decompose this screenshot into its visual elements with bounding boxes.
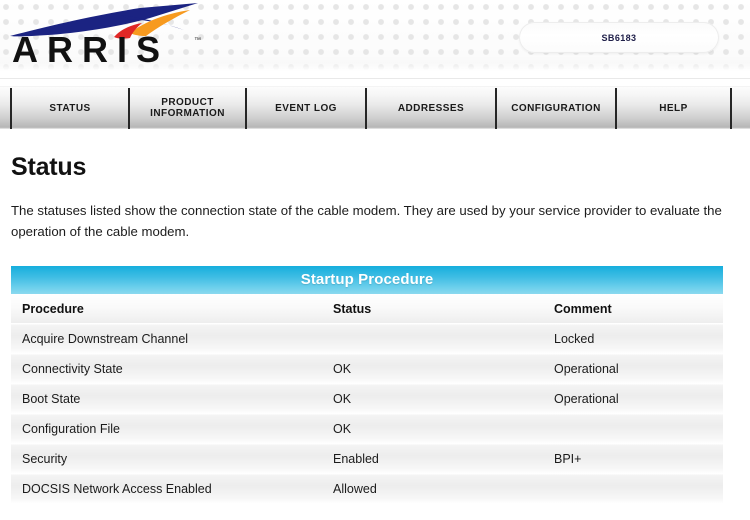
cell-comment: Operational — [554, 353, 723, 384]
column-header-procedure: Procedure — [11, 294, 333, 324]
cell-procedure: Boot State — [11, 383, 333, 414]
cell-comment: Locked — [554, 323, 723, 354]
table-row: Configuration File OK — [11, 413, 723, 444]
main-navigation[interactable]: STATUS PRODUCT INFORMATION EVENT LOG ADD… — [0, 86, 750, 129]
startup-procedure-table: Procedure Status Comment Acquire Downstr… — [11, 294, 723, 504]
startup-procedure-panel: Startup Procedure Procedure Status Comme… — [11, 266, 723, 504]
cell-comment: BPI+ — [554, 443, 723, 474]
cell-status: Enabled — [333, 443, 554, 474]
column-header-status: Status — [333, 294, 554, 324]
table-row: Security Enabled BPI+ — [11, 443, 723, 474]
nav-item-status[interactable]: STATUS — [12, 87, 128, 129]
nav-item-event-log[interactable]: EVENT LOG — [247, 87, 365, 129]
cell-comment — [554, 413, 723, 444]
page-title: Status — [11, 153, 87, 181]
cell-status: OK — [333, 413, 554, 444]
table-header: Procedure Status Comment — [11, 294, 723, 324]
nav-item-addresses[interactable]: ADDRESSES — [367, 87, 495, 129]
nav-item-product-information[interactable]: PRODUCT INFORMATION — [130, 87, 245, 129]
cell-comment — [554, 473, 723, 504]
cell-procedure: DOCSIS Network Access Enabled — [11, 473, 333, 504]
cell-comment: Operational — [554, 383, 723, 414]
brand-wordmark: ARRIS — [12, 29, 170, 70]
column-header-comment: Comment — [554, 294, 723, 324]
nav-right-edge — [732, 87, 750, 129]
cell-status: Allowed — [333, 473, 554, 504]
cell-status: OK — [333, 353, 554, 384]
startup-procedure-title: Startup Procedure — [11, 266, 723, 294]
svg-text:™: ™ — [194, 37, 201, 44]
cell-procedure: Security — [11, 443, 333, 474]
cell-status: OK — [333, 383, 554, 414]
nav-item-help[interactable]: HELP — [617, 87, 730, 129]
table-header-row: Procedure Status Comment — [11, 294, 723, 324]
brand-logo[interactable]: ™ ARRIS — [8, 2, 268, 76]
page-content: Status The statuses listed show the conn… — [0, 153, 750, 504]
table-row: Acquire Downstream Channel Locked — [11, 323, 723, 354]
table-row: Connectivity State OK Operational — [11, 353, 723, 384]
page-description: The statuses listed show the connection … — [11, 203, 722, 239]
cell-procedure: Configuration File — [11, 413, 333, 444]
nav-left-edge — [0, 87, 10, 129]
model-number-text: SB6183 — [601, 32, 637, 43]
cell-procedure: Acquire Downstream Channel — [11, 323, 333, 354]
table-row: DOCSIS Network Access Enabled Allowed — [11, 473, 723, 504]
table-body: Acquire Downstream Channel Locked Connec… — [11, 323, 723, 504]
page-masthead: ™ ARRIS SB6183 — [0, 0, 750, 79]
cell-procedure: Connectivity State — [11, 353, 333, 384]
cell-status — [333, 323, 554, 354]
model-number-badge: SB6183 — [519, 22, 719, 53]
table-row: Boot State OK Operational — [11, 383, 723, 414]
nav-item-configuration[interactable]: CONFIGURATION — [497, 87, 615, 129]
